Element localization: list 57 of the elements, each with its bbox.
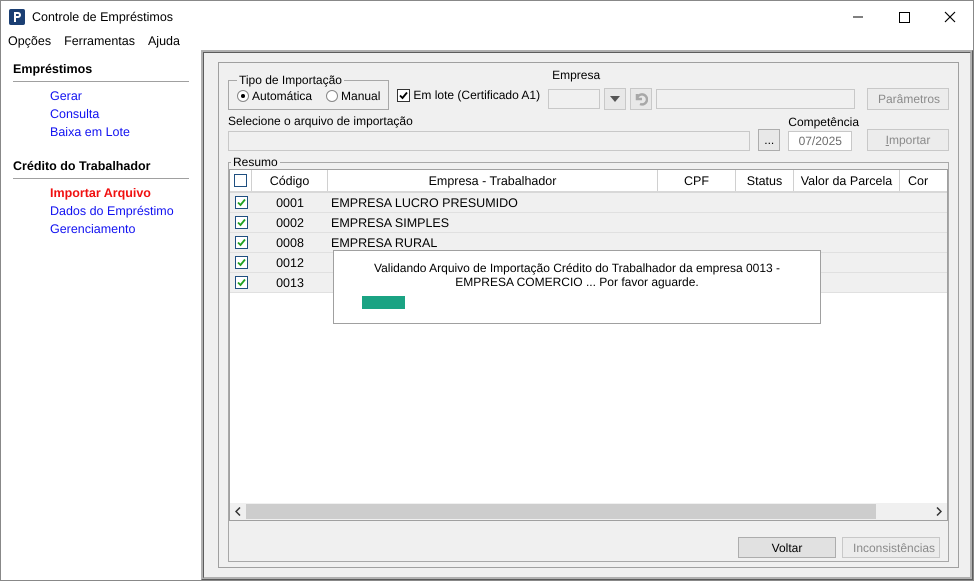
file-path-field[interactable] xyxy=(228,131,750,151)
checkbox-label[interactable]: Em lote (Certificado A1) xyxy=(413,88,540,102)
group-title: Tipo de Importação xyxy=(238,73,343,87)
checkbox[interactable] xyxy=(397,88,410,102)
table-cell-text: 0008 xyxy=(275,234,305,252)
radio-button[interactable] xyxy=(237,90,249,102)
table-cell-text: 0013 xyxy=(275,274,305,292)
sidebar-link[interactable]: Dados do Empréstimo xyxy=(13,202,189,220)
table-cell-text: 0001 xyxy=(275,194,305,212)
field-label: Competência xyxy=(788,115,859,129)
progress-message: Validando Arquivo de Importação Crédito do Trabalhador da empresa 0013 - EMPRESA COMERCIO ... Por favor aguarde. xyxy=(372,261,782,289)
browse-button[interactable]: ... xyxy=(758,129,780,151)
window-title: Controle de Empréstimos xyxy=(32,10,174,24)
sidebar-link[interactable]: Gerenciamento xyxy=(13,220,189,238)
caret-icon xyxy=(610,96,620,102)
menu-item[interactable]: Opções xyxy=(8,34,52,48)
field-label: Empresa xyxy=(551,68,602,82)
row-checkbox[interactable] xyxy=(234,276,248,289)
sidebar-link[interactable]: Importar Arquivo xyxy=(13,184,189,202)
table-cell-text: EMPRESA LUCRO PRESUMIDO xyxy=(330,194,519,212)
column-header[interactable]: Código xyxy=(252,170,328,191)
scroll-right-icon[interactable] xyxy=(936,507,942,516)
table-cell-text: EMPRESA SIMPLES xyxy=(330,214,450,232)
column-header[interactable]: Valor da Parcela xyxy=(794,170,900,191)
sidebar-section-title: Empréstimos xyxy=(13,62,189,82)
period-field[interactable]: 07/2025 xyxy=(788,131,852,151)
column-header[interactable]: Empresa - Trabalhador xyxy=(328,170,658,191)
table-cell-text: EMPRESA RURAL xyxy=(330,234,438,252)
company-code-field[interactable] xyxy=(548,89,600,109)
undo-icon xyxy=(634,92,648,106)
menu-item[interactable]: Ferramentas xyxy=(64,34,135,48)
radio-label[interactable]: Manual xyxy=(341,89,380,103)
row-checkbox[interactable] xyxy=(234,196,248,209)
row-checkbox[interactable] xyxy=(234,236,248,249)
select-all-checkbox[interactable] xyxy=(234,174,247,187)
group-title: Resumo xyxy=(232,155,279,169)
sidebar-section-title: Crédito do Trabalhador xyxy=(13,159,189,179)
field-label: Selecione o arquivo de importação xyxy=(228,114,414,128)
table-cell-text: 0012 xyxy=(275,254,305,272)
radio-label[interactable]: Automática xyxy=(252,89,312,103)
column-header[interactable]: Status xyxy=(736,170,794,191)
row-checkbox[interactable] xyxy=(234,256,248,269)
radio-button[interactable] xyxy=(326,90,338,102)
sidebar-link[interactable]: Consulta xyxy=(13,105,189,123)
column-header[interactable]: CPF xyxy=(658,170,736,191)
table-cell-text: 0002 xyxy=(275,214,305,232)
menu-item[interactable]: Ajuda xyxy=(148,34,180,48)
sidebar-link[interactable]: Gerar xyxy=(13,87,189,105)
column-header[interactable]: Cor xyxy=(900,170,947,191)
horizontal-scrollbar[interactable] xyxy=(230,502,947,520)
sidebar-link[interactable]: Baixa em Lote xyxy=(13,123,189,141)
app-logo-icon xyxy=(9,8,25,24)
company-name-field[interactable] xyxy=(656,89,855,109)
row-checkbox[interactable] xyxy=(234,216,248,229)
dialog-button[interactable]: Voltar xyxy=(738,537,836,558)
scroll-left-icon[interactable] xyxy=(235,507,241,516)
dropdown-button[interactable] xyxy=(604,88,626,110)
